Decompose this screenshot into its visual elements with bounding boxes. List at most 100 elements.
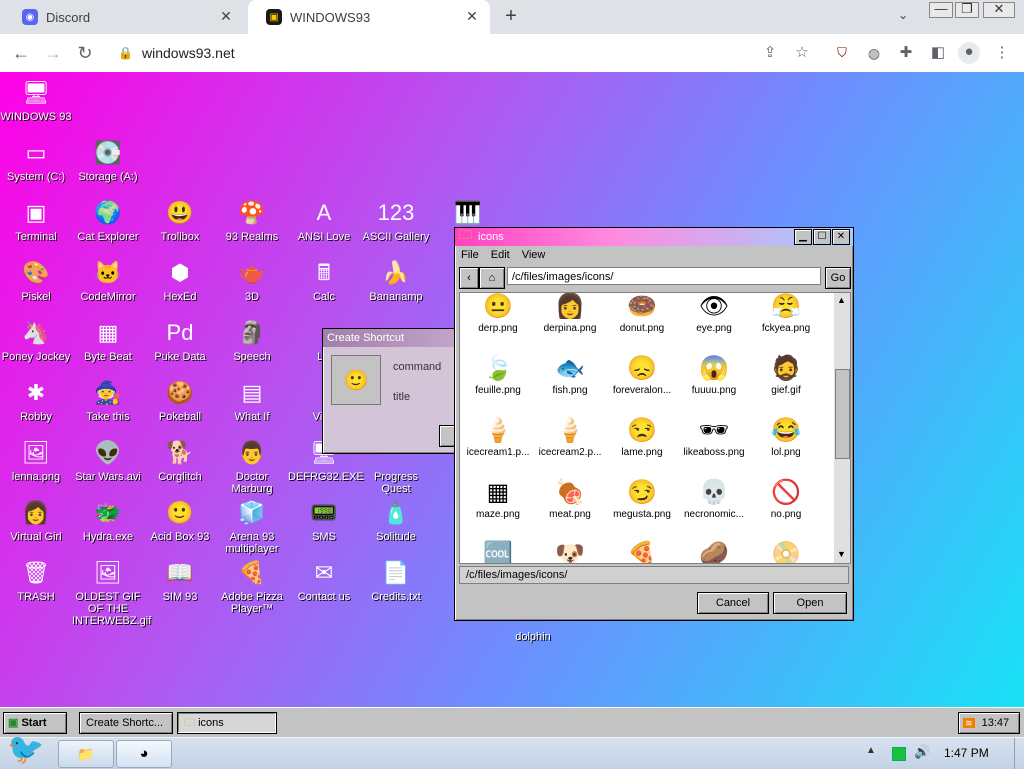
file-item[interactable]: ▦ maze.png [462, 477, 534, 521]
maximize-icon[interactable]: ☐ [813, 229, 831, 245]
desktop-icon-codemirror[interactable]: 🐱 CodeMirror [72, 257, 144, 303]
bookmark-star-icon[interactable]: ☆ [792, 43, 812, 63]
file-list-scrollbar[interactable]: ▲ ▼ [834, 293, 850, 563]
extensions-puzzle-icon[interactable]: ✚ [896, 43, 916, 63]
file-item[interactable]: 🍦 icecream1.p... [462, 415, 534, 459]
desktop-icon-corglitch[interactable]: 🐕 Corglitch [144, 437, 216, 483]
path-input[interactable]: /c/files/images/icons/ [507, 267, 821, 285]
restore-icon[interactable]: ❐ [955, 2, 979, 18]
file-item[interactable]: 🧔 gief.gif [750, 353, 822, 397]
file-item[interactable]: 🍃 feuille.png [462, 353, 534, 397]
desktop-icon-sim-93[interactable]: 📖 SIM 93 [144, 557, 216, 603]
forward-icon[interactable]: → [42, 42, 64, 64]
desktop-icon-cat-explorer[interactable]: 🌍 Cat Explorer [72, 197, 144, 243]
desktop-icon-windows-93[interactable]: 🖥 WINDOWS 93 [0, 77, 72, 123]
file-item[interactable]: 🍖 meat.png [534, 477, 606, 521]
file-item[interactable]: 🍕 [606, 539, 678, 563]
file-item[interactable]: 🍦 icecream2.p... [534, 415, 606, 459]
show-desktop-button[interactable] [1014, 738, 1024, 769]
file-item[interactable]: 💀 necronomic... [678, 477, 750, 521]
new-tab-button[interactable]: + [500, 6, 522, 28]
go-button[interactable]: Go [825, 267, 851, 289]
profile-avatar-icon[interactable]: ● [958, 42, 980, 64]
open-button[interactable]: Open [773, 592, 847, 614]
tab-search-icon[interactable]: ⌄ [898, 8, 908, 22]
task-create-shortcut[interactable]: Create Shortc... [79, 712, 173, 734]
angry-bird-start-icon[interactable]: 🐦 [0, 730, 52, 770]
chrome-icon[interactable]: ◕ [116, 740, 172, 768]
task-icons[interactable]: 🗀 icons [177, 712, 277, 734]
rss-icon[interactable]: ≋ [963, 718, 975, 728]
desktop-icon-take-this[interactable]: 🧙 Take this [72, 377, 144, 423]
desktop-icon-trash[interactable]: 🗑 TRASH [0, 557, 72, 603]
tab-windows93[interactable]: ▣ WINDOWS93 ✕ [248, 0, 490, 34]
menu-edit[interactable]: Edit [491, 249, 510, 261]
window-title-bar[interactable]: 🗀 icons ▁ ☐ ✕ [455, 227, 853, 246]
desktop-icon-3d[interactable]: 🫖 3D [216, 257, 288, 303]
desktop-icon-hydra-exe[interactable]: 🐲 Hydra.exe [72, 497, 144, 543]
desktop-icon-piskel[interactable]: 🎨 Piskel [0, 257, 72, 303]
desktop-icon-byte-beat[interactable]: ▦ Byte Beat [72, 317, 144, 363]
extension-flag-icon[interactable]: ◍ [864, 43, 884, 63]
close-tab-icon[interactable]: ✕ [218, 8, 234, 24]
minimize-icon[interactable]: — [929, 2, 953, 18]
desktop-icon-contact-us[interactable]: ✉ Contact us [288, 557, 360, 603]
back-arrow-icon[interactable]: ‹ [459, 267, 479, 289]
desktop-icon-doctor-marburg[interactable]: 👨 Doctor Marburg [216, 437, 288, 495]
file-item[interactable]: 🐶 [534, 539, 606, 563]
desktop-icon-lenna-png[interactable]: 🖼 lenna.png [0, 437, 72, 483]
tray-status-icon[interactable] [892, 747, 906, 761]
file-item[interactable]: 😤 fckyea.png [750, 293, 822, 335]
desktop-icon-ascii-gallery[interactable]: 123 ASCII Gallery [360, 197, 432, 243]
address-bar[interactable]: 🔒 windows93.net [110, 38, 820, 68]
desktop-icon-speech[interactable]: 🗿 Speech [216, 317, 288, 363]
desktop-icon-puke-data[interactable]: Pd Puke Data [144, 317, 216, 363]
desktop-icon-solitude[interactable]: 🧴 Solitude [360, 497, 432, 543]
close-tab-icon[interactable]: ✕ [464, 8, 480, 24]
file-item[interactable]: 🚫 no.png [750, 477, 822, 521]
file-item[interactable]: 🕶 likeaboss.png [678, 415, 750, 459]
desktop-icon-star-wars-avi[interactable]: 👽 Star Wars.avi [72, 437, 144, 483]
scroll-down-arrow-icon[interactable]: ▼ [837, 549, 846, 559]
home-icon[interactable]: ⌂ [479, 267, 505, 289]
dialog-title-bar[interactable]: Create Shortcut [323, 329, 473, 347]
file-item[interactable]: 😞 foreveralon... [606, 353, 678, 397]
file-item[interactable]: 🆒 [462, 539, 534, 563]
file-explorer-icon[interactable]: 📁 [58, 740, 114, 768]
file-item[interactable]: 🐟 fish.png [534, 353, 606, 397]
desktop-icon-ansi-love[interactable]: A ANSI Love [288, 197, 360, 243]
browser-menu-icon[interactable]: ⋮ [992, 43, 1012, 63]
file-item[interactable]: 😐 derp.png [462, 293, 534, 335]
desktop-icon-sms[interactable]: 📟 SMS [288, 497, 360, 543]
url-text[interactable]: windows93.net [142, 45, 235, 61]
file-item[interactable]: 👩 derpina.png [534, 293, 606, 335]
scrollbar-thumb[interactable] [835, 369, 850, 459]
desktop-icon-calc[interactable]: 🖩 Calc [288, 257, 360, 303]
desktop-icon-93-realms[interactable]: 🍄 93 Realms [216, 197, 288, 243]
scroll-up-arrow-icon[interactable]: ▲ [837, 295, 846, 305]
share-icon[interactable]: ⇪ [760, 43, 780, 63]
shortcut-app-icon[interactable]: 🙂 [331, 355, 381, 405]
desktop-icon-system-c[interactable]: ▭ System (C:) [0, 137, 72, 183]
file-item[interactable]: 📀 [750, 539, 822, 563]
file-item[interactable]: 🥔 [678, 539, 750, 563]
tab-discord[interactable]: ◉ Discord ✕ [4, 0, 244, 34]
desktop-icon-hexed[interactable]: ⬢ HexEd [144, 257, 216, 303]
desktop-icon-acid-box-93[interactable]: 🙂 Acid Box 93 [144, 497, 216, 543]
close-icon[interactable]: ✕ [832, 229, 850, 245]
file-item[interactable]: 😏 megusta.png [606, 477, 678, 521]
desktop-icon-pokeball[interactable]: 🍪 Pokeball [144, 377, 216, 423]
desktop-icon-bananamp[interactable]: 🍌 Bananamp [360, 257, 432, 303]
desktop-icon-adobe-pizza-player[interactable]: 🍕 Adobe Pizza Player™ [216, 557, 288, 615]
side-panel-icon[interactable]: ◧ [928, 43, 948, 63]
volume-icon[interactable]: 🔊 [914, 744, 930, 760]
file-item[interactable]: 😱 fuuuu.png [678, 353, 750, 397]
file-item[interactable]: 👁 eye.png [678, 293, 750, 335]
desktop-icon-storage-a[interactable]: 💽 Storage (A:) [72, 137, 144, 183]
reload-icon[interactable]: ↻ [74, 42, 96, 64]
back-icon[interactable]: ← [10, 42, 32, 64]
desktop-icon-poney-jockey[interactable]: 🦄 Poney Jockey [0, 317, 72, 363]
desktop-icon-oldest-gif-of-the-interwebz-gif[interactable]: 🖼 OLDEST GIF OF THE INTERWEBZ.gif [72, 557, 151, 627]
desktop-icon-terminal[interactable]: ▣ Terminal [0, 197, 72, 243]
close-icon[interactable]: ✕ [983, 2, 1015, 18]
